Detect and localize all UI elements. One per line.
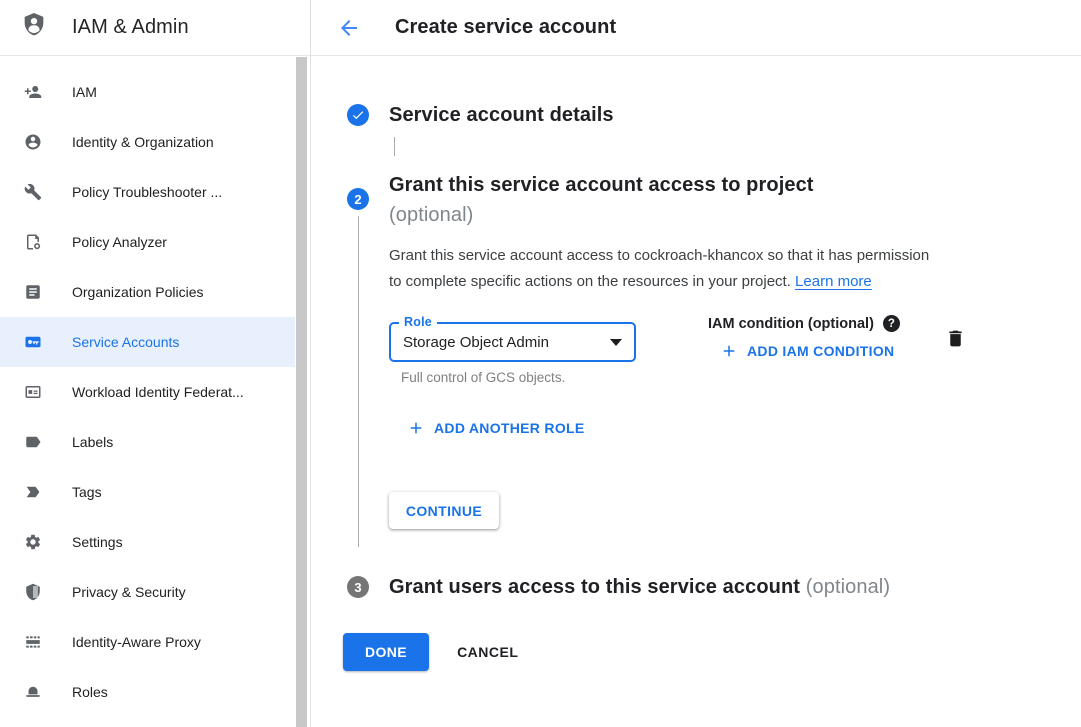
sidebar-item-label: Policy Troubleshooter ...: [72, 184, 222, 200]
trash-icon: [945, 328, 966, 349]
description-line-1: Grant this service account access to coc…: [389, 243, 989, 269]
sidebar-item-label: IAM: [72, 84, 97, 100]
role-field-group: Role Storage Object Admin Full control o…: [389, 322, 636, 385]
sidebar-scrollbar-thumb[interactable]: [296, 57, 307, 727]
role-selected-value: Storage Object Admin: [403, 334, 549, 351]
sidebar-item-label: Identity-Aware Proxy: [72, 634, 201, 650]
step-2-number-badge: 2: [347, 188, 369, 210]
step-3-title-text: Grant users access to this service accou…: [389, 576, 800, 598]
step-3-title: Grant users access to this service accou…: [389, 574, 890, 600]
role-select[interactable]: Role Storage Object Admin: [389, 322, 636, 362]
sidebar-item-tags[interactable]: Tags: [0, 467, 310, 517]
sidebar-nav: IAM Identity & Organization Policy Troub…: [0, 56, 310, 717]
add-another-role-label: ADD ANOTHER ROLE: [434, 420, 585, 436]
person-add-icon: [24, 83, 42, 101]
step-1-header: Service account details: [347, 102, 1081, 128]
iam-condition-label: IAM condition (optional): [708, 316, 874, 332]
step-2-description: Grant this service account access to coc…: [389, 243, 989, 295]
label-icon: [24, 433, 42, 451]
sidebar-item-policy-analyzer[interactable]: Policy Analyzer: [0, 217, 310, 267]
label-important-icon: [24, 483, 42, 501]
sidebar-item-workload-identity-federation[interactable]: Workload Identity Federat...: [0, 367, 310, 417]
add-iam-condition-label: ADD IAM CONDITION: [747, 343, 894, 359]
hat-icon: [24, 683, 42, 701]
check-icon: [351, 108, 365, 122]
step-connector-line: [394, 137, 395, 156]
cancel-button[interactable]: CANCEL: [457, 644, 518, 660]
step-3-number-badge: 3: [347, 576, 369, 598]
role-field-label: Role: [399, 315, 437, 329]
step-1-title: Service account details: [389, 102, 614, 128]
role-helper-text: Full control of GCS objects.: [389, 370, 636, 385]
iam-admin-shield-icon: [20, 11, 48, 44]
done-button[interactable]: DONE: [343, 633, 429, 671]
add-iam-condition-button[interactable]: ADD IAM CONDITION: [708, 342, 894, 360]
step-2-connector-line: [358, 216, 359, 547]
dropdown-arrow-icon: [610, 339, 622, 346]
delete-role-button[interactable]: [945, 328, 966, 349]
sidebar-scrollbar-track: [295, 56, 310, 727]
shield-icon: [24, 583, 42, 601]
page-title: Create service account: [395, 16, 616, 39]
service-account-icon: [24, 333, 42, 351]
sidebar-item-label: Labels: [72, 434, 113, 450]
sidebar-item-labels[interactable]: Labels: [0, 417, 310, 467]
sidebar-item-privacy-security[interactable]: Privacy & Security: [0, 567, 310, 617]
sidebar-item-policy-troubleshooter[interactable]: Policy Troubleshooter ...: [0, 167, 310, 217]
sidebar-item-identity-organization[interactable]: Identity & Organization: [0, 117, 310, 167]
sidebar-item-label: Workload Identity Federat...: [72, 384, 244, 400]
plus-icon: [720, 342, 747, 360]
policy-analyzer-icon: [24, 233, 42, 251]
step-2-section: 2 Grant this service account access to p…: [347, 170, 1081, 547]
continue-button[interactable]: CONTINUE: [389, 492, 499, 529]
sidebar-item-iam[interactable]: IAM: [0, 67, 310, 117]
proxy-grid-icon: [24, 633, 42, 651]
back-button[interactable]: [337, 16, 361, 40]
sidebar-item-label: Organization Policies: [72, 284, 204, 300]
sidebar-item-settings[interactable]: Settings: [0, 517, 310, 567]
add-another-role-button[interactable]: ADD ANOTHER ROLE: [389, 419, 585, 437]
sidebar: IAM & Admin IAM Identity & Organization: [0, 0, 311, 727]
sidebar-item-service-accounts[interactable]: Service Accounts: [0, 317, 310, 367]
step-3-optional-label: (optional): [806, 576, 890, 598]
card-badge-icon: [24, 383, 42, 401]
sidebar-item-label: Identity & Organization: [72, 134, 214, 150]
step-2-title-text: Grant this service account access to pro…: [389, 170, 1081, 200]
sidebar-item-label: Roles: [72, 684, 108, 700]
role-fields-row: Role Storage Object Admin Full control o…: [389, 322, 1081, 385]
sidebar-header: IAM & Admin: [0, 0, 310, 56]
step-1-complete-badge: [347, 104, 369, 126]
product-title: IAM & Admin: [72, 16, 189, 39]
description-line-2: to complete specific actions on the reso…: [389, 273, 791, 290]
iam-condition-group: IAM condition (optional) ? ADD IAM CONDI…: [708, 315, 900, 360]
form-actions: DONE CANCEL: [343, 633, 1081, 671]
sidebar-item-label: Privacy & Security: [72, 584, 186, 600]
wrench-icon: [24, 183, 42, 201]
sidebar-item-roles[interactable]: Roles: [0, 667, 310, 717]
step-2-title: Grant this service account access to pro…: [389, 170, 1081, 230]
help-icon[interactable]: ?: [883, 315, 900, 332]
learn-more-link[interactable]: Learn more: [795, 273, 872, 290]
gear-icon: [24, 533, 42, 551]
arrow-back-icon: [337, 16, 361, 40]
sidebar-item-identity-aware-proxy[interactable]: Identity-Aware Proxy: [0, 617, 310, 667]
sidebar-item-label: Settings: [72, 534, 123, 550]
plus-icon: [407, 419, 434, 437]
main-panel: Create service account Service account d…: [311, 0, 1081, 727]
sidebar-item-label: Policy Analyzer: [72, 234, 167, 250]
sidebar-item-label: Tags: [72, 484, 102, 500]
sidebar-item-label: Service Accounts: [72, 334, 179, 350]
page-header: Create service account: [311, 0, 1081, 56]
step-2-optional-label: (optional): [389, 200, 1081, 230]
sidebar-item-organization-policies[interactable]: Organization Policies: [0, 267, 310, 317]
account-circle-icon: [24, 133, 42, 151]
article-icon: [24, 283, 42, 301]
step-3-header: 3 Grant users access to this service acc…: [347, 574, 1081, 600]
stepper-content: Service account details 2 Grant this ser…: [311, 56, 1081, 727]
app-window: IAM & Admin IAM Identity & Organization: [0, 0, 1081, 727]
step-2-rail: 2: [347, 170, 369, 547]
